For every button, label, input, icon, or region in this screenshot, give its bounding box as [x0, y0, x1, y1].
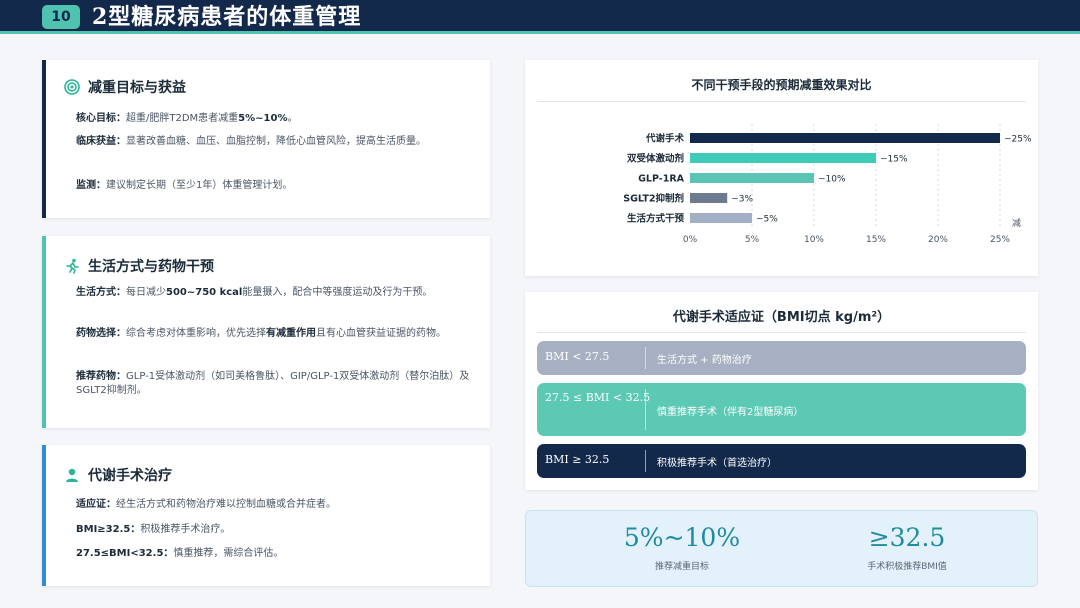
x-tick-label: 0%: [683, 235, 698, 245]
card-accent-bar: [42, 60, 46, 218]
stat-label: 手术积极推荐BMI值: [867, 562, 947, 572]
divider: [537, 332, 1026, 333]
card-accent-bar: [42, 236, 46, 428]
divider: [645, 389, 646, 430]
x-axis-label: 减: [1012, 217, 1021, 229]
data-label: ~15%: [880, 155, 908, 165]
stat-value: ≥32.5: [868, 523, 946, 552]
weight-loss-chart-card: 不同干预手段的预期减重效果对比 0% 5% 10% 15% 20% 25% 减代谢手术 ~25…: [525, 60, 1038, 276]
card-weight-goal: 减重目标与获益 核心目标：超重/肥胖T2DM患者减重5%~10%。 临床获益：显…: [42, 60, 490, 218]
weight-loss-bar-chart: 0% 5% 10% 15% 20% 25%减 代谢手术 ~25% 双受体激动剂 ~15% GLP-1…: [623, 124, 1032, 245]
key-stats-card: 5%~10% 推荐减重目标 ≥32.5 手术积极推荐BMI值: [525, 510, 1038, 587]
bmi-recommendation: 生活方式 + 药物治疗: [657, 355, 752, 366]
category-label: GLP-1RA: [638, 174, 685, 185]
category-label: 代谢手术: [645, 133, 685, 145]
bmi-row: BMI ≥ 32.5 积极推荐手术（首选治疗）: [537, 444, 1026, 478]
stat-surgery-bmi: ≥32.5 手术积极推荐BMI值: [807, 521, 1007, 572]
card-title: 代谢手术治疗: [88, 468, 172, 484]
bmi-range: BMI < 27.5: [545, 350, 610, 363]
category-label: 双受体激动剂: [626, 153, 684, 165]
bmi-indication-card: 代谢手术适应证（BMI切点 kg/m²） BMI < 27.5 生活方式 + 药物…: [525, 292, 1038, 490]
page-title: 2型糖尿病患者的体重管理: [92, 4, 362, 30]
stat-value: 5%~10%: [623, 523, 741, 552]
bmi-row: 27.5 ≤ BMI < 32.5 慎重推荐手术（伴有2型糖尿病）: [537, 383, 1026, 436]
recommended-drugs-line: 推荐药物：GLP-1受体激动剂（如司美格鲁肽）、GIP/GLP-1双受体激动剂（…: [76, 371, 470, 396]
card-header: 代谢手术治疗: [64, 465, 172, 485]
bmi-range: 27.5 ≤ BMI < 32.5: [545, 391, 651, 404]
stat-weight-goal: 5%~10% 推荐减重目标: [582, 521, 782, 572]
category-label: 生活方式干预: [627, 213, 685, 225]
x-tick-label: 15%: [866, 235, 886, 245]
data-label: ~10%: [818, 175, 846, 185]
card-header: 减重目标与获益: [64, 77, 186, 97]
data-label: ~25%: [1004, 135, 1032, 145]
data-label: ~3%: [731, 195, 753, 205]
running-icon: [66, 258, 79, 274]
card-title: 减重目标与获益: [88, 80, 186, 96]
bmi-title: 代谢手术适应证（BMI切点 kg/m²）: [672, 310, 891, 325]
bmi-recommendation: 积极推荐手术（首选治疗）: [657, 458, 777, 469]
card-lifestyle-drug: 生活方式与药物干预 生活方式：每日减少500~750 kcal能量摄入，配合中等…: [42, 236, 490, 428]
card-accent-bar: [42, 445, 46, 586]
category-label: SGLT2抑制剂: [623, 193, 684, 205]
bar: [690, 173, 814, 183]
bmi-row: BMI < 27.5 生活方式 + 药物治疗: [537, 341, 1026, 375]
x-tick-label: 5%: [745, 235, 760, 245]
header-bar: 10 2型糖尿病患者的体重管理: [0, 0, 1080, 34]
bar: [690, 133, 1000, 143]
card-metabolic-surgery: 代谢手术治疗 适应证：经生活方式和药物治疗难以控制血糖或合并症者。 BMI≥32…: [42, 445, 490, 586]
card-header: 生活方式与药物干预: [64, 256, 214, 276]
user-icon: [66, 468, 78, 482]
drug-choice-line: 药物选择：综合考虑对体重影响，优先选择有减重作用且有心血管获益证据的药物。: [76, 328, 446, 339]
card-title: 生活方式与药物干预: [88, 259, 214, 275]
bmi-range: BMI ≥ 32.5: [545, 453, 610, 466]
core-goal-line: 核心目标：超重/肥胖T2DM患者减重5%~10%。: [76, 113, 298, 124]
data-label: ~5%: [756, 215, 778, 225]
bmi-high-line: BMI≥32.5：积极推荐手术治疗。: [76, 524, 231, 535]
clinical-benefit-line: 临床获益：显著改善血糖、血压、血脂控制，降低心血管风险，提高生活质量。: [76, 136, 426, 147]
bar: [690, 193, 728, 203]
bmi-mid-line: 27.5≤BMI<32.5：慎重推荐，需综合评估。: [76, 548, 284, 559]
bmi-recommendation: 慎重推荐手术（伴有2型糖尿病）: [657, 406, 804, 418]
lifestyle-line: 生活方式：每日减少500~750 kcal能量摄入，配合中等强度运动及行为干预。: [76, 287, 433, 298]
target-icon: [64, 79, 80, 95]
indication-line: 适应证：经生活方式和药物治疗难以控制血糖或合并症者。: [76, 499, 336, 510]
bar: [690, 213, 752, 223]
stat-label: 推荐减重目标: [654, 562, 709, 572]
x-tick-label: 10%: [804, 235, 824, 245]
bar: [690, 153, 876, 163]
divider: [645, 347, 646, 369]
x-tick-label: 20%: [928, 235, 948, 245]
divider: [645, 450, 646, 472]
monitoring-line: 监测：建议制定长期（至少1年）体重管理计划。: [76, 180, 293, 191]
x-tick-label: 25%: [990, 235, 1010, 245]
page-number-badge: 10: [42, 5, 80, 29]
